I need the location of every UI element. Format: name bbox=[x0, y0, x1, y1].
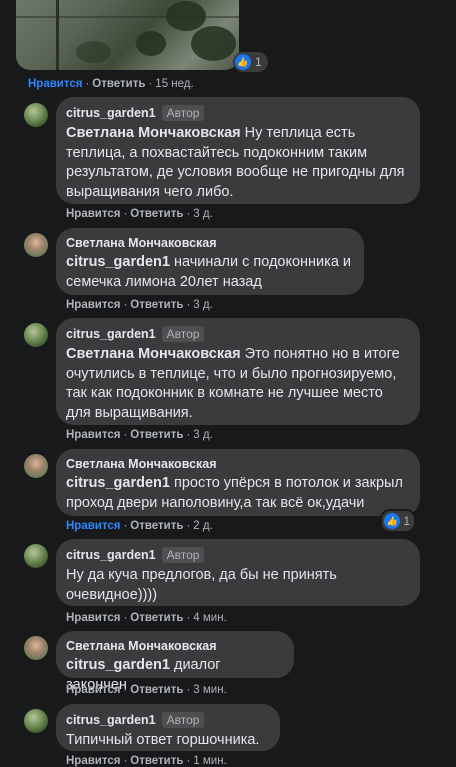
author-name[interactable]: Светлана Мончаковская bbox=[66, 639, 217, 653]
image-detail bbox=[191, 26, 236, 61]
like-button[interactable]: Нравится bbox=[66, 612, 120, 624]
image-detail bbox=[136, 31, 166, 56]
separator: · bbox=[186, 299, 191, 311]
like-button[interactable]: Нравится bbox=[28, 78, 82, 90]
comment-text: Светлана Мончаковская Ну теплица есть те… bbox=[66, 124, 408, 202]
timestamp[interactable]: 3 д. bbox=[193, 429, 213, 441]
like-button[interactable]: Нравится bbox=[66, 208, 120, 220]
timestamp[interactable]: 3 мин. bbox=[193, 684, 226, 696]
comment-text: citrus_garden1 просто упёрся в потолок и… bbox=[66, 474, 408, 513]
mention-link[interactable]: Светлана Мончаковская bbox=[66, 125, 241, 141]
reaction-count[interactable]: 👍 1 bbox=[380, 509, 416, 533]
comment-actions: Нравится · Ответить · 4 мин. bbox=[66, 612, 227, 624]
comment-actions: Нравится · Ответить · 2 д. bbox=[66, 520, 213, 532]
separator: · bbox=[123, 429, 128, 441]
reply-button[interactable]: Ответить bbox=[130, 429, 183, 441]
comment-actions: Нравится · Ответить · 3 мин. bbox=[66, 684, 227, 696]
timestamp[interactable]: 1 мин. bbox=[193, 755, 226, 767]
author-badge: Автор bbox=[161, 326, 205, 342]
reply-button[interactable]: Ответить bbox=[130, 520, 183, 532]
comment-actions: Нравится · Ответить · 1 мин. bbox=[66, 755, 227, 767]
mention-link[interactable]: citrus_garden1 bbox=[66, 657, 170, 673]
reply-button[interactable]: Ответить bbox=[130, 208, 183, 220]
mention-link[interactable]: citrus_garden1 bbox=[66, 254, 170, 270]
author-name[interactable]: citrus_garden1 bbox=[66, 327, 156, 341]
comment-bubble: citrus_garden1 Автор Светлана Мончаковска… bbox=[56, 318, 420, 425]
comment-bubble: Светлана Мончаковская citrus_garden1 диа… bbox=[56, 631, 294, 693]
author-badge: Автор bbox=[161, 105, 205, 121]
post-actions: Нравится · Ответить · 15 нед. bbox=[28, 78, 194, 90]
comment-actions: Нравится · Ответить · 3 д. bbox=[66, 299, 213, 311]
separator: · bbox=[123, 684, 128, 696]
separator: · bbox=[186, 520, 191, 532]
comment-text: Светлана Мончаковская Это понятно но в и… bbox=[66, 345, 408, 423]
comment-actions: Нравится · Ответить · 3 д. bbox=[66, 208, 213, 220]
separator: · bbox=[148, 78, 153, 90]
avatar[interactable] bbox=[24, 454, 48, 478]
image-detail bbox=[166, 1, 206, 31]
like-button[interactable]: Нравится bbox=[66, 684, 120, 696]
reply-button[interactable]: Ответить bbox=[130, 684, 183, 696]
separator: · bbox=[123, 299, 128, 311]
reaction-count-value: 1 bbox=[255, 55, 262, 69]
mention-link[interactable]: citrus_garden1 bbox=[66, 475, 170, 491]
author-name[interactable]: citrus_garden1 bbox=[66, 548, 156, 562]
comment-bubble: citrus_garden1 Автор Типичный ответ горшо… bbox=[56, 704, 280, 751]
avatar[interactable] bbox=[24, 709, 48, 733]
separator: · bbox=[123, 208, 128, 220]
image-detail bbox=[56, 0, 59, 70]
like-button[interactable]: Нравится bbox=[66, 755, 120, 767]
separator: · bbox=[186, 208, 191, 220]
avatar[interactable] bbox=[24, 323, 48, 347]
like-button[interactable]: Нравится bbox=[66, 299, 120, 311]
separator: · bbox=[123, 612, 128, 624]
timestamp[interactable]: 2 д. bbox=[193, 520, 213, 532]
separator: · bbox=[186, 684, 191, 696]
like-icon: 👍 bbox=[384, 513, 401, 529]
reply-button[interactable]: Ответить bbox=[130, 612, 183, 624]
avatar[interactable] bbox=[24, 233, 48, 257]
timestamp[interactable]: 3 д. bbox=[193, 208, 213, 220]
image-detail bbox=[76, 41, 111, 63]
author-name[interactable]: citrus_garden1 bbox=[66, 713, 156, 727]
author-badge: Автор bbox=[161, 547, 205, 563]
comment-bubble: citrus_garden1 Автор Светлана Мончаковска… bbox=[56, 97, 420, 204]
separator: · bbox=[123, 520, 128, 532]
reaction-count[interactable]: 👍 1 bbox=[233, 52, 268, 72]
author-name[interactable]: Светлана Мончаковская bbox=[66, 457, 217, 471]
like-icon: 👍 bbox=[235, 54, 251, 70]
comment-actions: Нравится · Ответить · 3 д. bbox=[66, 429, 213, 441]
timestamp[interactable]: 15 нед. bbox=[155, 78, 193, 90]
reaction-count-value: 1 bbox=[403, 514, 410, 528]
author-name[interactable]: Светлана Мончаковская bbox=[66, 236, 217, 250]
separator: · bbox=[85, 78, 90, 90]
comment-text: Типичный ответ горшочника. bbox=[66, 732, 260, 748]
mention-link[interactable]: Светлана Мончаковская bbox=[66, 346, 241, 362]
reply-button[interactable]: Ответить bbox=[130, 299, 183, 311]
reply-button[interactable]: Ответить bbox=[130, 755, 183, 767]
comment-bubble: Светлана Мончаковская citrus_garden1 нач… bbox=[56, 228, 364, 295]
like-button[interactable]: Нравится bbox=[66, 520, 120, 532]
timestamp[interactable]: 4 мин. bbox=[193, 612, 226, 624]
comment-text: Ну да куча предлогов, да бы не принять о… bbox=[66, 567, 337, 603]
separator: · bbox=[186, 755, 191, 767]
separator: · bbox=[186, 429, 191, 441]
separator: · bbox=[186, 612, 191, 624]
comment-bubble: citrus_garden1 Автор Ну да куча предлогов… bbox=[56, 539, 420, 606]
comment-bubble: Светлана Мончаковская citrus_garden1 про… bbox=[56, 449, 420, 516]
avatar[interactable] bbox=[24, 636, 48, 660]
avatar[interactable] bbox=[24, 103, 48, 127]
comment-text: citrus_garden1 начинали с подоконника и … bbox=[66, 253, 352, 292]
separator: · bbox=[123, 755, 128, 767]
timestamp[interactable]: 3 д. bbox=[193, 299, 213, 311]
avatar[interactable] bbox=[24, 544, 48, 568]
post-image[interactable] bbox=[16, 0, 239, 70]
reply-button[interactable]: Ответить bbox=[92, 78, 145, 90]
author-name[interactable]: citrus_garden1 bbox=[66, 106, 156, 120]
author-badge: Автор bbox=[161, 712, 205, 728]
like-button[interactable]: Нравится bbox=[66, 429, 120, 441]
